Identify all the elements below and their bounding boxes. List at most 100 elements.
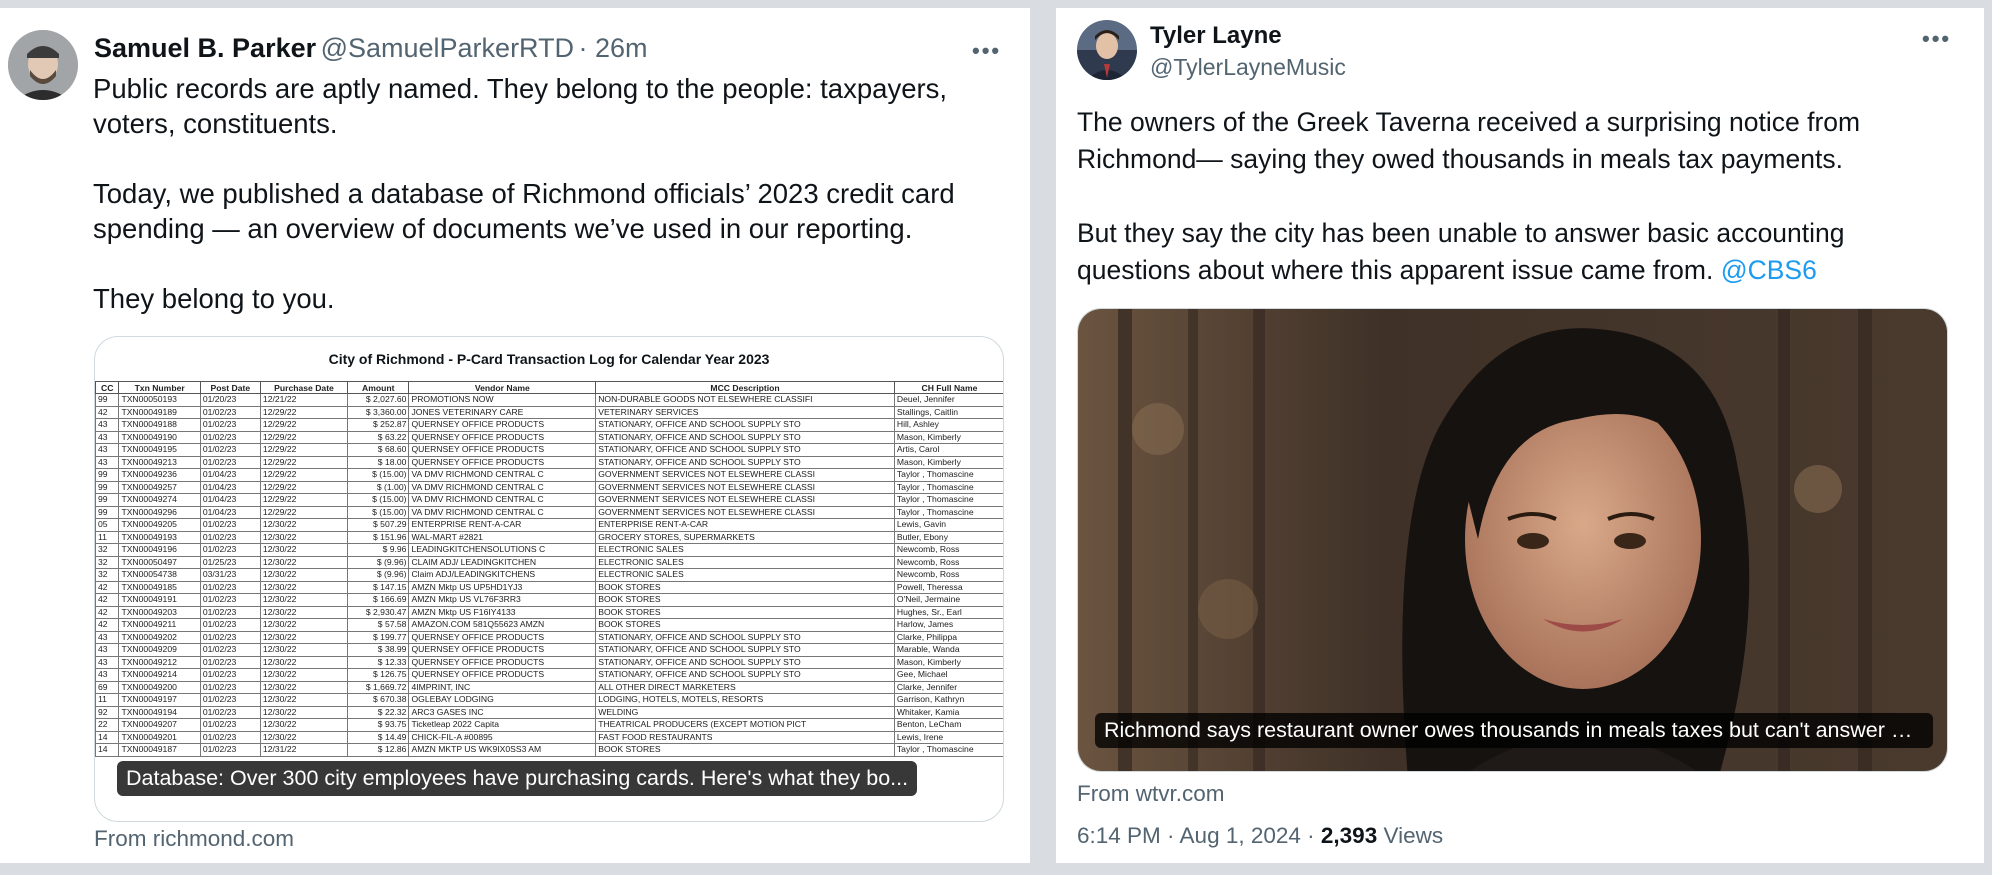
table-cell: STATIONARY, OFFICE AND SCHOOL SUPPLY STO (595, 418, 895, 432)
tweet-timestamp[interactable]: 6:14 PM · Aug 1, 2024 · (1077, 823, 1321, 848)
table-row: 05 TXN00049205 01/02/23 12/30/22 $ 507.29 ENT… (95, 518, 1003, 532)
table-cell: TXN00050497 (118, 555, 201, 569)
table-cell: $ 670.38 (347, 693, 410, 707)
table-cell: TXN00049200 (118, 680, 201, 694)
table-cell: TXN00049203 (118, 605, 201, 619)
table-cell: 01/02/23 (199, 668, 261, 682)
table-cell: 92 (95, 705, 120, 719)
table-header-cell: Vendor Name (408, 381, 597, 394)
table-cell: BOOK STORES (595, 593, 895, 607)
table-cell: 12/30/22 (259, 655, 349, 669)
table-cell: $ 252.87 (347, 418, 410, 432)
table-cell: VA DMV RICHMOND CENTRAL C (408, 493, 597, 507)
table-cell: 01/02/23 (199, 743, 261, 757)
author-handle[interactable]: @SamuelParkerRTD (321, 33, 574, 63)
table-cell: Mason, Kimberly (893, 455, 1003, 469)
table-cell: 12/30/22 (259, 693, 349, 707)
table-cell: QUERNSEY OFFICE PRODUCTS (408, 643, 597, 657)
table-cell: LEADINGKITCHENSOLUTIONS C (408, 543, 597, 557)
table-cell: ENTERPRISE RENT-A-CAR (595, 518, 895, 532)
table-cell: $ (15.00) (347, 468, 410, 482)
table-cell: 12/30/22 (259, 530, 349, 544)
table-cell: $ 63.22 (347, 430, 410, 444)
table-cell: TXN00049236 (118, 468, 201, 482)
card-source[interactable]: From richmond.com (94, 826, 294, 852)
table-cell: 12/30/22 (259, 580, 349, 594)
table-cell: GOVERNMENT SERVICES NOT ELSEWHERE CLASSI (595, 480, 895, 494)
table-cell: 42 (95, 618, 120, 632)
table-cell: $ 2,930.47 (347, 605, 410, 619)
more-options-icon[interactable]: ••• (972, 38, 1001, 64)
table-cell: 42 (95, 593, 120, 607)
table-cell: 01/02/23 (199, 705, 261, 719)
table-cell: 01/04/23 (199, 493, 261, 507)
card-source[interactable]: From wtvr.com (1077, 781, 1225, 807)
table-cell: 01/02/23 (199, 605, 261, 619)
author-name[interactable]: Tyler Layne (1150, 22, 1346, 50)
table-cell: 42 (95, 580, 120, 594)
table-cell: AMZN Mktp US VL76F3RR3 (408, 593, 597, 607)
table-row: 99 TXN00049236 01/04/23 12/29/22 $ (15.00) VA… (95, 468, 1003, 482)
table-cell: Hill, Ashley (893, 418, 1003, 432)
tweet-meta: 6:14 PM · Aug 1, 2024 · 2,393 Views (1077, 823, 1443, 849)
table-row: 32 TXN00050497 01/25/23 12/30/22 $ (9.96) CLA… (95, 555, 1003, 569)
table-cell: QUERNSEY OFFICE PRODUCTS (408, 630, 597, 644)
more-options-icon[interactable]: ••• (1922, 26, 1951, 52)
table-cell: GOVERNMENT SERVICES NOT ELSEWHERE CLASSI (595, 505, 895, 519)
avatar[interactable] (1077, 20, 1137, 80)
table-cell: QUERNSEY OFFICE PRODUCTS (408, 430, 597, 444)
table-cell: QUERNSEY OFFICE PRODUCTS (408, 655, 597, 669)
author-name[interactable]: Samuel B. Parker (94, 33, 316, 63)
table-cell: 99 (95, 505, 120, 519)
table-cell: $ 9.96 (347, 543, 410, 557)
table-cell: 12/30/22 (259, 618, 349, 632)
table-header-cell: Purchase Date (259, 381, 349, 394)
table-cell: 01/02/23 (199, 530, 261, 544)
left-tweet-card[interactable]: Samuel B. Parker @SamuelParkerRTD · 26m … (0, 8, 1030, 863)
table-cell: 01/02/23 (199, 630, 261, 644)
table-cell: 12/29/22 (259, 405, 349, 419)
table-cell: TXN00049196 (118, 543, 201, 557)
tweet-time[interactable]: · 26m (579, 33, 648, 63)
table-row: 42 TXN00049189 01/02/23 12/29/22 $ 3,360.00 J… (95, 405, 1003, 419)
table-header-cell: MCC Description (595, 381, 895, 394)
table-cell: QUERNSEY OFFICE PRODUCTS (408, 668, 597, 682)
table-cell: ELECTRONIC SALES (595, 543, 895, 557)
table-cell: PROMOTIONS NOW (408, 393, 597, 407)
table-cell: $ 2,027.60 (347, 393, 410, 407)
table-cell: TXN00049202 (118, 630, 201, 644)
tweet-header: Tyler Layne @TylerLayneMusic (1150, 22, 1346, 81)
mention-link[interactable]: @CBS6 (1721, 255, 1817, 285)
table-cell: STATIONARY, OFFICE AND SCHOOL SUPPLY STO (595, 655, 895, 669)
table-cell: Whitaker, Kamia (893, 705, 1003, 719)
table-cell: 32 (95, 543, 120, 557)
table-cell: 12/30/22 (259, 705, 349, 719)
table-row: 11 TXN00049197 01/02/23 12/30/22 $ 670.38 OGL… (95, 693, 1003, 707)
table-row: 43 TXN00049188 01/02/23 12/29/22 $ 252.87 QUE… (95, 418, 1003, 432)
table-row: 14 TXN00049187 01/02/23 12/31/22 $ 12.86 AMZN… (95, 743, 1003, 757)
right-tweet-card[interactable]: Tyler Layne @TylerLayneMusic ••• The own… (1056, 8, 1984, 863)
table-cell: Clarke, Jennifer (893, 680, 1003, 694)
table-cell: Newcomb, Ross (893, 568, 1003, 582)
table-cell: VETERINARY SERVICES (595, 405, 895, 419)
tweet-text: The owners of the Greek Taverna received… (1077, 104, 1957, 289)
table-cell: $ 22.32 (347, 705, 410, 719)
avatar[interactable] (8, 30, 78, 100)
table-cell: 99 (95, 480, 120, 494)
table-cell: 22 (95, 718, 120, 732)
table-cell: TXN00049190 (118, 430, 201, 444)
table-cell: $ 14.49 (347, 730, 410, 744)
link-card[interactable]: City of Richmond - P-Card Transaction Lo… (94, 336, 1004, 822)
table-cell: 12/30/22 (259, 668, 349, 682)
table-cell: Stallings, Caitlin (893, 405, 1003, 419)
table-cell: GOVERNMENT SERVICES NOT ELSEWHERE CLASSI (595, 493, 895, 507)
table-cell: 01/02/23 (199, 730, 261, 744)
table-cell: 01/02/23 (199, 418, 261, 432)
table-cell: 14 (95, 743, 120, 757)
author-handle[interactable]: @TylerLayneMusic (1150, 54, 1346, 81)
table-cell: JONES VETERINARY CARE (408, 405, 597, 419)
table-cell: STATIONARY, OFFICE AND SCHOOL SUPPLY STO (595, 430, 895, 444)
card-caption: Database: Over 300 city employees have p… (117, 761, 918, 796)
video-card[interactable]: Richmond says restaurant owner owes thou… (1077, 308, 1948, 772)
table-cell: STATIONARY, OFFICE AND SCHOOL SUPPLY STO (595, 443, 895, 457)
